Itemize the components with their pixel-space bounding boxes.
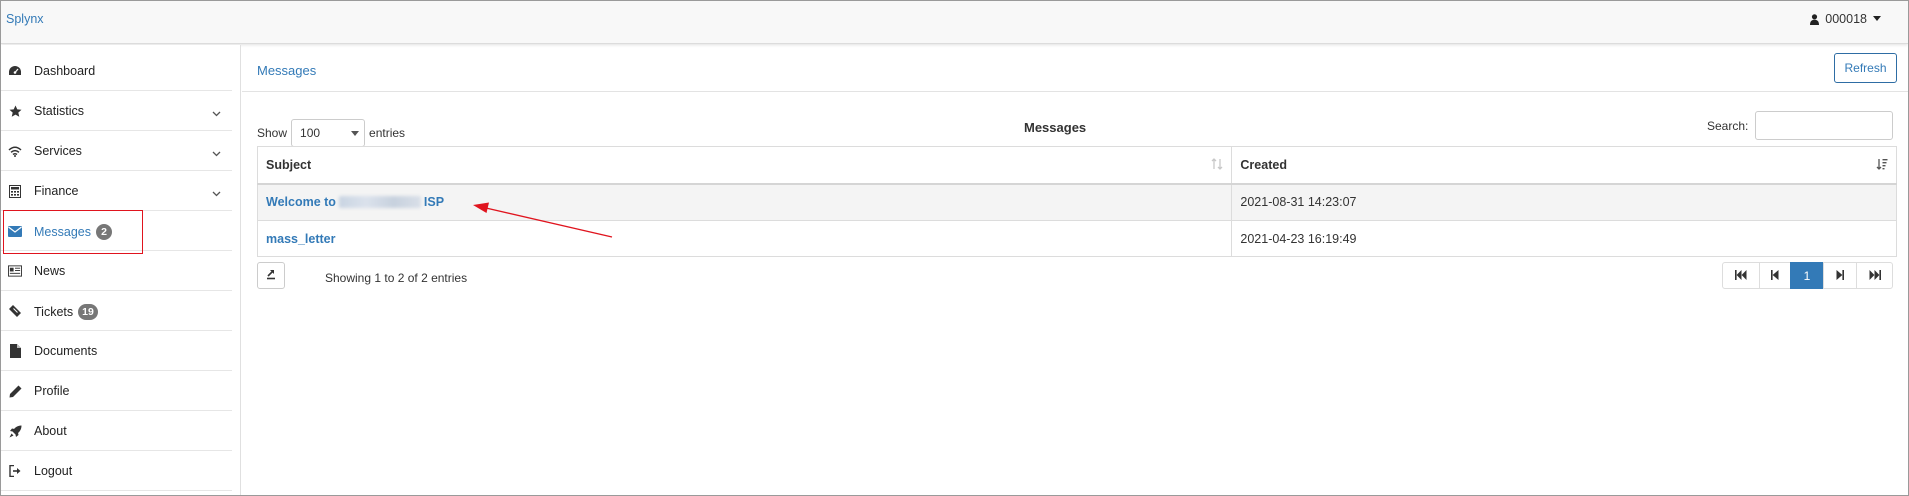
rocket-icon xyxy=(8,424,22,438)
pencil-icon xyxy=(8,384,22,398)
messages-count-badge: 2 xyxy=(95,224,112,240)
step-backward-icon xyxy=(1771,269,1779,283)
sidebar-item-label: Finance xyxy=(34,184,79,198)
sidebar-item-label: Tickets 19 xyxy=(34,304,98,320)
column-label: Subject xyxy=(266,157,312,172)
previous-page-button[interactable] xyxy=(1759,262,1791,289)
main-content: Messages Refresh Show 100 entries Messag… xyxy=(242,45,1908,495)
table-caption: Messages xyxy=(1024,120,1087,135)
export-icon xyxy=(265,268,277,283)
sidebar-item-label: Services xyxy=(34,144,82,158)
search-control: Search: xyxy=(1707,111,1894,140)
chevron-down-icon xyxy=(212,106,221,120)
caret-down-icon xyxy=(351,131,360,136)
page-button-current[interactable]: 1 xyxy=(1790,262,1824,289)
top-navbar: Splynx 000018 xyxy=(1,1,1908,44)
sidebar: Dashboard Statistics Services Finance Me… xyxy=(1,45,241,495)
pagination: 1 xyxy=(1722,262,1893,289)
last-page-button[interactable] xyxy=(1856,262,1893,289)
show-label: Show xyxy=(257,126,288,140)
next-page-button[interactable] xyxy=(1823,262,1857,289)
sort-both-icon xyxy=(1211,158,1223,173)
sidebar-item-news[interactable]: News xyxy=(1,251,232,291)
messages-table: Subject Created Welcome to ISP 2021-08-3… xyxy=(256,146,1897,257)
sidebar-item-tickets[interactable]: Tickets 19 xyxy=(1,291,232,331)
app-window: Splynx 000018 Dashboard Statistics Servi… xyxy=(0,0,1909,496)
search-label: Search: xyxy=(1707,118,1749,133)
page-length-value: 100 xyxy=(300,126,321,140)
table-info: Showing 1 to 2 of 2 entries xyxy=(325,271,468,285)
fast-forward-icon xyxy=(1869,269,1881,283)
wifi-icon xyxy=(8,144,22,158)
sidebar-item-label: News xyxy=(34,264,66,278)
user-menu[interactable]: 000018 xyxy=(1810,12,1881,26)
subject-cell: Welcome to ISP xyxy=(256,183,1233,221)
sidebar-item-about[interactable]: About xyxy=(1,411,232,451)
sidebar-item-label: Logout xyxy=(34,464,73,478)
user-id: 000018 xyxy=(1825,12,1867,26)
file-icon xyxy=(8,344,22,358)
brand-link[interactable]: Splynx xyxy=(6,12,44,26)
created-cell: 2021-08-31 14:23:07 xyxy=(1231,183,1897,221)
subject-cell: mass_letter xyxy=(256,220,1233,257)
column-header-subject[interactable]: Subject xyxy=(256,146,1233,185)
entries-label: entries xyxy=(369,126,406,140)
fast-backward-icon xyxy=(1735,269,1747,283)
sidebar-item-profile[interactable]: Profile xyxy=(1,371,232,411)
sidebar-item-label: Profile xyxy=(34,384,70,398)
page-title: Messages xyxy=(257,63,317,78)
message-subject-link[interactable]: Welcome to ISP xyxy=(266,195,444,209)
sidebar-item-finance[interactable]: Finance xyxy=(1,171,232,211)
redacted-text xyxy=(338,196,421,209)
sidebar-item-label: Statistics xyxy=(34,104,85,118)
page-header: Messages Refresh xyxy=(242,45,1908,92)
sidebar-item-label: Messages 2 xyxy=(34,224,112,240)
page-length-control: Show 100 entries xyxy=(257,119,405,147)
message-subject-link[interactable]: mass_letter xyxy=(266,232,336,246)
dashboard-icon xyxy=(8,64,22,78)
caret-down-icon xyxy=(1873,16,1881,22)
chevron-down-icon xyxy=(212,146,221,160)
created-cell: 2021-04-23 16:19:49 xyxy=(1231,220,1897,257)
sidebar-item-label: Documents xyxy=(34,344,98,358)
column-label: Created xyxy=(1240,157,1287,172)
export-button[interactable] xyxy=(257,262,285,289)
sidebar-item-label: Dashboard xyxy=(34,64,96,78)
sign-out-icon xyxy=(8,464,22,478)
star-icon xyxy=(8,104,22,118)
refresh-button[interactable]: Refresh xyxy=(1834,53,1897,83)
sidebar-item-statistics[interactable]: Statistics xyxy=(1,91,232,131)
sidebar-item-services[interactable]: Services xyxy=(1,131,232,171)
sidebar-item-documents[interactable]: Documents xyxy=(1,331,232,371)
chevron-down-icon xyxy=(212,186,221,200)
envelope-icon xyxy=(8,224,22,238)
ticket-icon xyxy=(8,304,22,318)
sidebar-item-dashboard[interactable]: Dashboard xyxy=(1,51,232,91)
sidebar-item-label: About xyxy=(34,424,67,438)
sort-desc-icon xyxy=(1876,158,1888,173)
step-forward-icon xyxy=(1836,269,1844,283)
table-row[interactable]: mass_letter 2021-04-23 16:19:49 xyxy=(256,220,1897,257)
newspaper-icon xyxy=(8,264,22,278)
table-row[interactable]: Welcome to ISP 2021-08-31 14:23:07 xyxy=(256,183,1897,221)
user-icon xyxy=(1810,13,1820,25)
calculator-icon xyxy=(8,184,22,198)
search-input[interactable] xyxy=(1755,111,1894,140)
table-header-row: Subject Created xyxy=(256,146,1897,185)
first-page-button[interactable] xyxy=(1722,262,1760,289)
column-header-created[interactable]: Created xyxy=(1231,146,1897,185)
sidebar-item-messages[interactable]: Messages 2 xyxy=(1,211,232,251)
tickets-count-badge: 19 xyxy=(78,304,98,320)
sidebar-item-logout[interactable]: Logout xyxy=(1,451,232,491)
page-length-select[interactable]: 100 xyxy=(291,119,366,147)
